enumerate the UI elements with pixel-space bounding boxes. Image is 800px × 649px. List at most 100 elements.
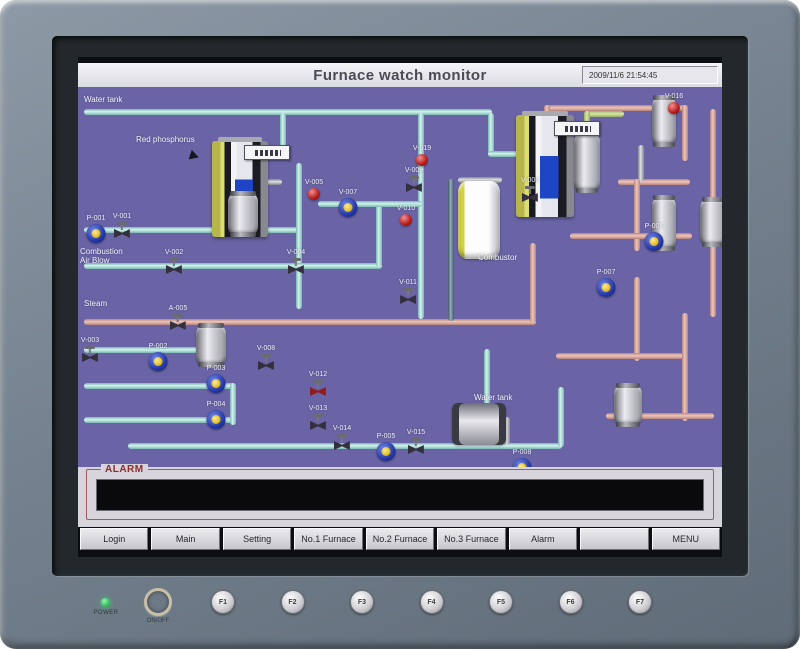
nav-button-blank-7[interactable] xyxy=(580,528,648,550)
valve-V-019[interactable]: V-019 xyxy=(413,145,431,166)
power-led-label: POWER xyxy=(83,610,129,616)
pump-icon xyxy=(339,198,358,217)
valve-stem xyxy=(173,261,175,266)
pipe-segment xyxy=(638,145,644,181)
gate-valve-icon xyxy=(258,361,274,370)
valve-V-014[interactable]: V-014 xyxy=(333,425,351,450)
pump-icon xyxy=(645,232,664,251)
valve-V-009[interactable]: V-009 xyxy=(405,167,423,192)
title-bar: Furnace watch monitor 2009/11/6 21:54:45 xyxy=(78,63,722,88)
valve-label: V-015 xyxy=(407,429,425,437)
function-key-f4[interactable]: F4 xyxy=(420,590,444,614)
pump-V-007[interactable]: V-007 xyxy=(339,189,358,217)
valve-V-011[interactable]: V-011 xyxy=(399,279,417,304)
valve-V-003[interactable]: V-003 xyxy=(81,337,99,362)
pump-label: P-002 xyxy=(149,343,168,351)
valve-label: V-016 xyxy=(665,93,683,101)
ball-valve-icon xyxy=(668,102,680,114)
valve-V-010[interactable]: V-010 xyxy=(397,205,415,226)
function-key-f7[interactable]: F7 xyxy=(628,590,652,614)
pump-P-001[interactable]: P-001 xyxy=(87,215,106,243)
function-key-f5[interactable]: F5 xyxy=(489,590,513,614)
gate-valve-icon xyxy=(114,229,130,238)
pump-P-005[interactable]: P-005 xyxy=(377,433,396,461)
valve-V-015[interactable]: V-015 xyxy=(407,429,425,454)
function-key-f3[interactable]: F3 xyxy=(350,590,374,614)
valve-label: V-008 xyxy=(257,345,275,353)
valve-label: A-005 xyxy=(169,305,188,313)
valve-label: V-011 xyxy=(399,279,417,287)
gate-valve-icon xyxy=(406,183,422,192)
gate-valve-icon xyxy=(400,295,416,304)
pump-P-008[interactable]: P-008 xyxy=(513,449,532,467)
valve-stem xyxy=(295,261,297,266)
function-key-f6[interactable]: F6 xyxy=(559,590,583,614)
nav-button-menu[interactable]: MENU xyxy=(652,528,720,550)
nav-button-login[interactable]: Login xyxy=(80,528,148,550)
valve-A-005[interactable]: A-005 xyxy=(169,305,188,330)
pump-label: P-005 xyxy=(377,433,396,441)
valve-V-012[interactable]: V-012 xyxy=(309,371,327,396)
valve-V-008[interactable]: V-008 xyxy=(257,345,275,370)
pipe-segment xyxy=(448,179,454,321)
valve-stem xyxy=(341,437,343,442)
gauge-readout xyxy=(554,121,600,136)
pipe-segment xyxy=(84,109,492,115)
gate-valve-icon xyxy=(522,193,538,202)
pump-P-003[interactable]: P-003 xyxy=(207,365,226,393)
nav-button-no-1-furnace[interactable]: No.1 Furnace xyxy=(294,528,362,550)
valve-label: V-004 xyxy=(287,249,305,257)
vessel-cylinder xyxy=(196,325,226,365)
valve-V-004[interactable]: V-004 xyxy=(287,249,305,274)
pump-P-007[interactable]: P-007 xyxy=(597,269,616,297)
function-key-f2[interactable]: F2 xyxy=(281,590,305,614)
gate-valve-icon xyxy=(170,321,186,330)
power-button[interactable] xyxy=(144,588,172,616)
function-key-f1[interactable]: F1 xyxy=(211,590,235,614)
nav-button-main[interactable]: Main xyxy=(151,528,219,550)
pump-icon xyxy=(207,410,226,429)
nav-button-no-2-furnace[interactable]: No.2 Furnace xyxy=(366,528,434,550)
power-led xyxy=(101,598,110,607)
valve-V-016[interactable]: V-016 xyxy=(665,93,683,114)
valve-V-001[interactable]: V-001 xyxy=(113,213,131,238)
pump-label: P-003 xyxy=(207,365,226,373)
nav-button-setting[interactable]: Setting xyxy=(223,528,291,550)
pump-label: P-006 xyxy=(645,223,664,231)
hmi-screen: Furnace watch monitor 2009/11/6 21:54:45… xyxy=(78,57,722,557)
alarm-label: ALARM xyxy=(101,464,148,475)
gate-valve-icon xyxy=(310,421,326,430)
pump-P-004[interactable]: P-004 xyxy=(207,401,226,429)
valve-V-005[interactable]: V-005 xyxy=(305,179,323,200)
valve-V-013[interactable]: V-013 xyxy=(309,405,327,430)
valve-label: V-019 xyxy=(413,145,431,153)
pipe-segment xyxy=(618,179,690,185)
pipe-segment xyxy=(530,243,536,323)
pump-icon xyxy=(149,352,168,371)
navigation-bar: LoginMainSettingNo.1 FurnaceNo.2 Furnace… xyxy=(80,528,720,550)
vessel-cylinder xyxy=(700,199,722,245)
vessel-tankh xyxy=(452,403,506,445)
nav-button-alarm[interactable]: Alarm xyxy=(509,528,577,550)
valve-V-006[interactable]: V-006 xyxy=(521,177,539,202)
clock-display: 2009/11/6 21:54:45 xyxy=(582,66,718,84)
ball-valve-icon xyxy=(400,214,412,226)
gauge-readout xyxy=(244,145,290,160)
valve-label: V-014 xyxy=(333,425,351,433)
pipe-segment xyxy=(710,109,716,209)
valve-stem xyxy=(413,179,415,184)
valve-label: V-005 xyxy=(305,179,323,187)
diagram-label: Water tank xyxy=(84,95,122,104)
pipe-segment xyxy=(584,111,624,117)
valve-V-002[interactable]: V-002 xyxy=(165,249,183,274)
process-diagram: V-001 V-002 A-005 V-004 V-005 V-006 V-009 V-010… xyxy=(78,87,722,467)
pipe-segment xyxy=(558,387,564,447)
pipe-segment xyxy=(280,113,286,149)
valve-label: V-009 xyxy=(405,167,423,175)
panel-pc-chassis: Furnace watch monitor 2009/11/6 21:54:45… xyxy=(0,0,800,649)
power-button-label: ON/OFF xyxy=(137,618,179,624)
pump-P-006[interactable]: P-006 xyxy=(645,223,664,251)
valve-stem xyxy=(317,383,319,388)
nav-button-no-3-furnace[interactable]: No.3 Furnace xyxy=(437,528,505,550)
pump-P-002[interactable]: P-002 xyxy=(149,343,168,371)
